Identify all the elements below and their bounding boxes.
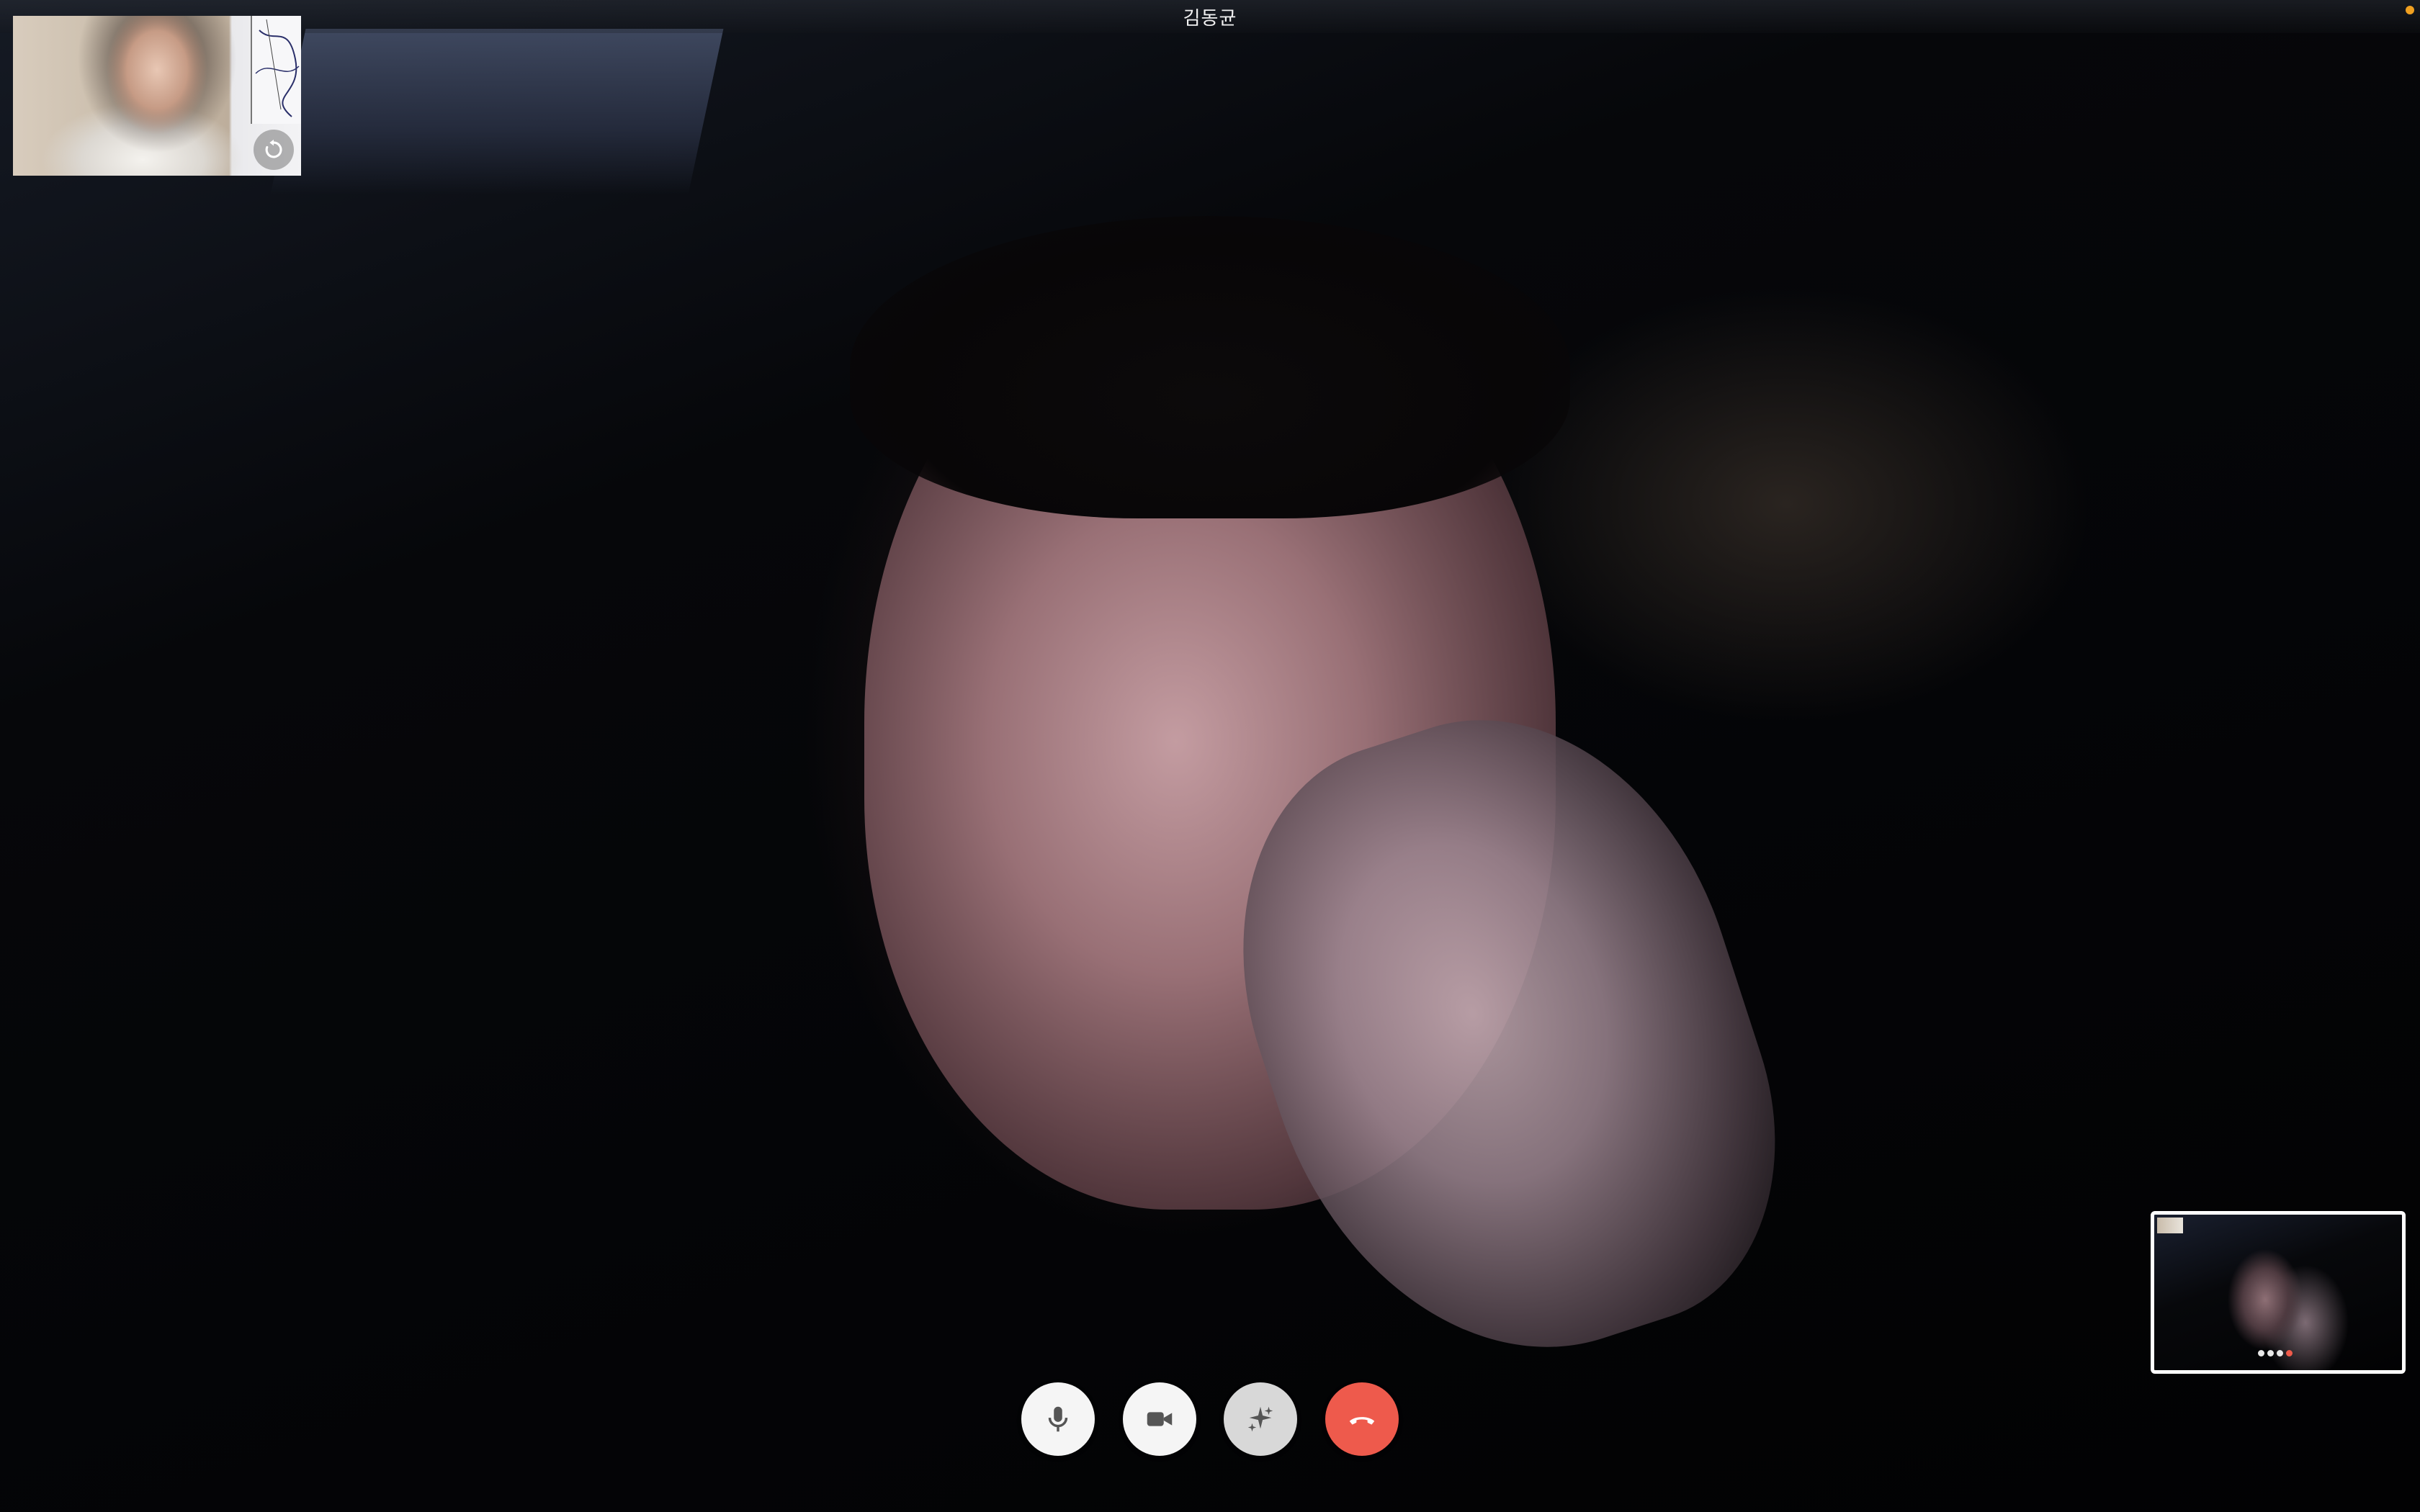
call-preview-thumbnail[interactable] — [2151, 1211, 2406, 1374]
rotate-camera-icon — [265, 139, 282, 158]
effects-button[interactable] — [1224, 1382, 1298, 1456]
recording-indicator — [2406, 6, 2414, 14]
phone-hangup-icon — [1349, 1417, 1375, 1425]
remote-video-feed — [0, 0, 2420, 1512]
sparkles-icon — [1248, 1406, 1273, 1432]
title-bar: 김동균 — [0, 0, 2420, 33]
end-call-button[interactable] — [1325, 1382, 1399, 1456]
rotate-camera-button[interactable] — [254, 130, 294, 170]
mini-mute-dot — [2258, 1350, 2264, 1356]
video-toggle-button[interactable] — [1122, 1382, 1196, 1456]
call-control-bar — [1021, 1382, 1399, 1456]
mute-button[interactable] — [1021, 1382, 1095, 1456]
poster-sketch-graphic — [255, 19, 300, 117]
microphone-icon — [1048, 1406, 1068, 1432]
background-window-light — [270, 29, 724, 194]
mini-control-bar — [2258, 1350, 2293, 1356]
video-camera-icon — [1147, 1412, 1172, 1426]
mini-end-call-dot — [2286, 1350, 2293, 1356]
self-view-background-poster — [251, 16, 301, 124]
remote-participant-hair — [850, 216, 1570, 518]
mini-effects-dot — [2277, 1350, 2283, 1356]
mini-video-dot — [2267, 1350, 2274, 1356]
window-title: 김동균 — [1183, 7, 1237, 30]
mini-self-view — [2157, 1218, 2183, 1233]
video-call-window: 김동균 — [0, 0, 2420, 1512]
self-view-video[interactable] — [13, 16, 301, 176]
